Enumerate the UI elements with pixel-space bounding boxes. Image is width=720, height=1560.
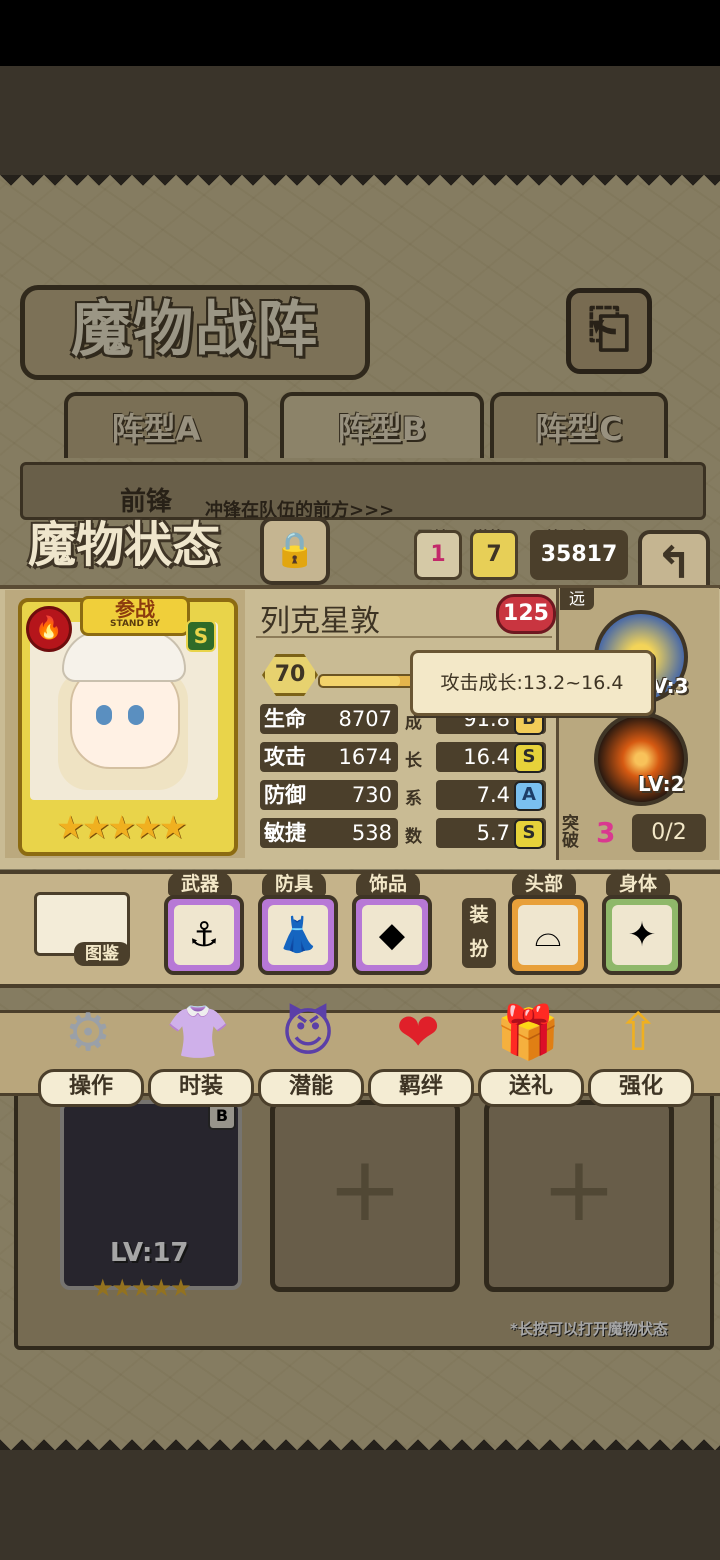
action-label: 强化 <box>588 1069 694 1107</box>
back-arrow-icon: ↰ <box>655 538 693 589</box>
star-icon: ✦ <box>612 905 672 965</box>
growth-grade: A <box>514 781 544 811</box>
heart-level-badge: 125 <box>496 594 556 634</box>
growth-row-defense[interactable]: 7.4 A <box>436 780 546 811</box>
bond-value: 1 <box>414 530 462 580</box>
name-divider <box>256 636 552 638</box>
portrait-hat <box>62 630 186 682</box>
stat-row-attack: 攻击 1674 <box>260 742 398 772</box>
growth-value: 7.4 <box>476 783 510 807</box>
growth-label-char: 长 <box>405 751 422 771</box>
growth-value: 5.7 <box>476 821 510 845</box>
standby-label-cn: 参战 <box>115 597 155 621</box>
potential-value: 7 <box>470 530 518 580</box>
action-outfit-button[interactable]: 👚 时装 <box>148 995 254 1107</box>
stat-value: 8707 <box>338 707 392 731</box>
lock-button[interactable]: 🔒 <box>260 517 330 585</box>
growth-tooltip: 攻击成长:13.2~16.4 <box>410 650 654 716</box>
character-stars: ★★★★★ <box>56 808 187 846</box>
head-label: 头部 <box>512 872 576 896</box>
rank-badge: S <box>186 620 216 652</box>
action-bond-button[interactable]: ❤ 羁绊 <box>368 995 474 1107</box>
action-upgrade-button[interactable]: ⇧ 强化 <box>588 995 694 1107</box>
stat-name: 敏捷 <box>264 821 306 845</box>
action-label: 操作 <box>38 1069 144 1107</box>
power-value: 35817 <box>530 530 628 580</box>
background-lower <box>0 1450 720 1560</box>
range-tag: 远 <box>560 588 594 610</box>
stat-row-defense: 防御 730 <box>260 780 398 810</box>
stat-name: 攻击 <box>264 745 306 769</box>
break-progress[interactable]: 0/2 <box>632 814 706 852</box>
upgrade-arrows-icon: ⇧ <box>616 1003 660 1063</box>
standby-badge: 参战 STAND BY <box>80 596 190 636</box>
break-label: 突破 <box>562 814 579 851</box>
action-label: 送礼 <box>478 1069 584 1107</box>
hearts-icon: ❤ <box>396 1003 440 1063</box>
growth-label-char: 数 <box>405 827 422 847</box>
growth-row-attack[interactable]: 16.4 S <box>436 742 546 773</box>
action-potential-button[interactable]: 😈 潜能 <box>258 995 364 1107</box>
action-label: 潜能 <box>258 1069 364 1107</box>
standby-label-en: STAND BY <box>110 619 160 629</box>
action-gift-button[interactable]: 🎁 送礼 <box>478 995 584 1107</box>
action-operate-button[interactable]: ⚙ 操作 <box>38 995 144 1107</box>
stat-name: 防御 <box>264 783 306 807</box>
stat-name: 生命 <box>264 707 306 731</box>
body-label: 身体 <box>606 872 670 896</box>
status-title: 魔物状态 <box>27 517 220 573</box>
accessory-label: 饰品 <box>356 872 420 896</box>
dress-icon: 👗 <box>268 905 328 965</box>
armor-slot[interactable]: 👗 <box>258 895 338 975</box>
growth-row-agility[interactable]: 5.7 S <box>436 818 546 849</box>
stat-row-agility: 敏捷 538 <box>260 818 398 848</box>
anchor-icon: ⚓ <box>174 905 234 965</box>
stone-icon: ◆ <box>362 905 422 965</box>
book-button[interactable]: 图鉴 <box>30 888 130 968</box>
skill-2-level: LV:2 <box>638 772 685 796</box>
body-slot[interactable]: ✦ <box>602 895 682 975</box>
character-name: 列克星敦 <box>260 604 380 639</box>
portrait-eye-right <box>128 705 144 725</box>
headband-icon: ⌓ <box>518 905 578 965</box>
head-slot[interactable]: ⌓ <box>508 895 588 975</box>
weapon-label: 武器 <box>168 872 232 896</box>
gear-icon: ⚙ <box>64 1003 112 1063</box>
portrait-eye-left <box>96 705 112 725</box>
break-value: 3 <box>596 816 616 849</box>
demon-icon: 😈 <box>280 1003 336 1063</box>
action-label: 羁绊 <box>368 1069 474 1107</box>
stat-value: 1674 <box>338 745 392 769</box>
armor-label: 防具 <box>262 872 326 896</box>
fire-element-icon: 🔥 <box>26 606 72 652</box>
xp-bar-fill <box>320 676 400 686</box>
book-label: 图鉴 <box>74 942 130 966</box>
stat-row-hp: 生命 8707 <box>260 704 398 734</box>
weapon-slot[interactable]: ⚓ <box>164 895 244 975</box>
dress-up-label: 装扮 <box>462 898 496 968</box>
growth-label-char: 系 <box>405 789 422 809</box>
outfit-icon: 👚 <box>165 1003 231 1063</box>
lock-icon: 🔒 <box>273 530 317 570</box>
growth-grade: S <box>514 819 544 849</box>
stat-value: 538 <box>351 821 392 845</box>
gift-icon: 🎁 <box>495 1003 561 1063</box>
accessory-slot[interactable]: ◆ <box>352 895 432 975</box>
stat-value: 730 <box>351 783 392 807</box>
action-label: 时装 <box>148 1069 254 1107</box>
growth-grade: S <box>514 743 544 773</box>
growth-value: 16.4 <box>463 745 510 769</box>
